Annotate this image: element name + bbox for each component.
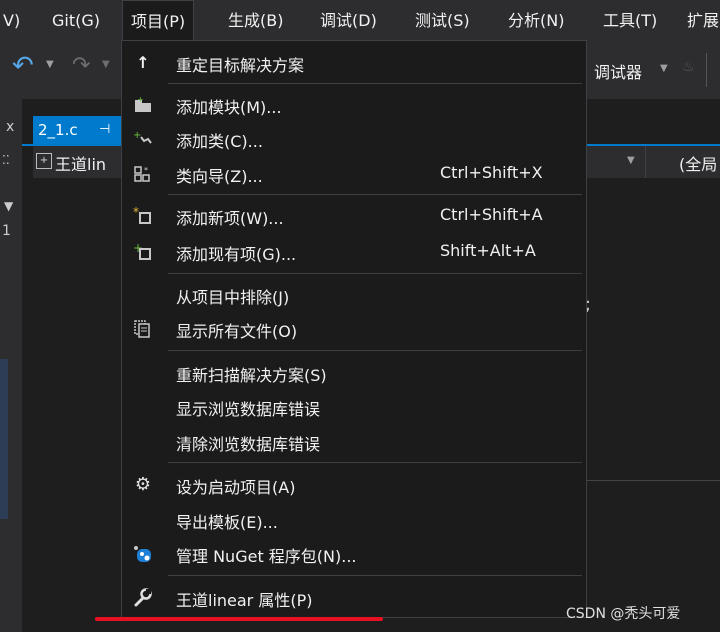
left-tool-strip: x ⁚⁚ ▼ 1 (0, 99, 22, 632)
show-all-files-icon (132, 319, 154, 339)
menu-separator (168, 350, 582, 351)
menu-build[interactable]: 生成(B) (223, 0, 288, 41)
svg-text:*: * (144, 166, 148, 175)
menu-separator (168, 575, 582, 576)
pin-icon[interactable]: ⊣ (99, 122, 110, 137)
menu-item-manage-nuget[interactable]: 管理 NuGet 程序包(N)... (122, 537, 586, 571)
svg-text:*: * (133, 206, 139, 219)
toolbar-separator (706, 53, 707, 87)
nuget-icon (132, 544, 154, 564)
navbar-divider (645, 146, 646, 178)
tab-title: 2_1.c (38, 121, 78, 139)
strip-label: 1 (2, 223, 11, 239)
add-module-icon: + (132, 95, 154, 115)
add-existing-item-icon: + (132, 241, 154, 262)
debugger-button[interactable]: 调试器 (594, 59, 642, 83)
project-icon: + (36, 153, 52, 169)
menu-separator (168, 462, 582, 463)
menu-item-shortcut: Ctrl+Shift+A (440, 205, 543, 224)
scroll-indicator (0, 359, 8, 519)
menu-item-label: 添加新项(W)... (176, 209, 284, 228)
menu-item-add-existing-item[interactable]: + 添加现有项(G)... Shift+Alt+A (122, 235, 586, 269)
menu-item-shortcut: Ctrl+Shift+X (440, 163, 543, 182)
menu-separator (168, 83, 582, 84)
scope-selector[interactable]: (全局 (679, 151, 717, 175)
svg-text:+: + (133, 130, 141, 141)
undo-dropdown-icon[interactable]: ▼ (46, 59, 54, 70)
menu-git[interactable]: Git(G) (47, 0, 105, 41)
watermark: CSDN @秃头可爱 (566, 606, 681, 622)
menu-item-label: 添加模块(M)... (176, 98, 282, 117)
highlight-underline (95, 617, 383, 621)
menu-item-retarget-solution[interactable]: ↑ 重定目标解决方案 (122, 46, 586, 80)
gear-icon: ⚙ (134, 474, 152, 495)
debugger-dropdown-icon[interactable]: ▼ (660, 63, 668, 74)
menu-item-set-startup-project[interactable]: ⚙ 设为启动项目(A) (122, 468, 586, 502)
menu-item-properties[interactable]: 王道linear 属性(P) (122, 581, 586, 615)
menu-separator (168, 273, 582, 274)
menu-item-label: 添加类(C)... (176, 132, 263, 151)
menu-test[interactable]: 测试(S) (410, 0, 475, 41)
tab-2-1-c[interactable]: 2_1.c ⊣ (33, 116, 127, 146)
menu-item-label: 王道linear 属性(P) (176, 591, 313, 610)
wrench-icon (132, 588, 154, 608)
menu-item-label: 清除浏览数据库错误 (176, 435, 321, 454)
menu-item-label: 添加现有项(G)... (176, 245, 297, 264)
menu-item-exclude-from-project[interactable]: 从项目中排除(J) (122, 278, 586, 312)
add-new-item-icon: * (132, 205, 154, 226)
menu-item-label: 重新扫描解决方案(S) (176, 366, 327, 385)
project-selector[interactable]: 王道lin (55, 151, 106, 175)
menu-item-clear-browse-db-errors[interactable]: 清除浏览数据库错误 (122, 425, 586, 459)
undo-icon[interactable]: ↶ (12, 51, 34, 81)
menu-item-export-template[interactable]: 导出模板(E)... (122, 503, 586, 537)
menu-item-rescan-solution[interactable]: 重新扫描解决方案(S) (122, 356, 586, 390)
chevron-down-icon[interactable]: ▼ (627, 155, 635, 166)
menu-item-show-browse-db-errors[interactable]: 显示浏览数据库错误 (122, 390, 586, 424)
svg-text:+: + (137, 95, 144, 104)
menu-tools[interactable]: 工具(T) (598, 0, 662, 41)
menu-item-label: 显示所有文件(O) (176, 322, 298, 341)
menu-view[interactable]: V) (0, 0, 25, 41)
add-class-icon: + (132, 129, 154, 149)
close-icon[interactable]: x (6, 119, 14, 135)
menu-item-add-class[interactable]: + 添加类(C)... (122, 122, 586, 156)
arrow-up-icon: ↑ (136, 53, 150, 72)
class-wizard-icon: * (132, 164, 154, 184)
menu-item-label: 显示浏览数据库错误 (176, 400, 321, 419)
menu-analyze[interactable]: 分析(N) (503, 0, 569, 41)
menu-item-label: 类向导(Z)... (176, 167, 263, 186)
menu-item-class-wizard[interactable]: * 类向导(Z)... Ctrl+Shift+X (122, 157, 586, 191)
project-menu-dropdown: ↑ 重定目标解决方案 + 添加模块(M)... + 添加类(C)... * 类向… (121, 40, 587, 618)
menu-item-add-module[interactable]: + 添加模块(M)... (122, 88, 586, 122)
menu-extensions[interactable]: 扩展 (682, 0, 720, 41)
menu-separator (168, 194, 582, 195)
redo-icon[interactable]: ↷ (72, 53, 90, 78)
menu-item-shortcut: Shift+Alt+A (440, 241, 536, 260)
menu-item-label: 导出模板(E)... (176, 513, 278, 532)
menu-bar: V) Git(G) 项目(P) 生成(B) 调试(D) 测试(S) 分析(N) … (0, 0, 720, 41)
menu-item-label: 设为启动项目(A) (176, 478, 296, 497)
menu-debug[interactable]: 调试(D) (315, 0, 382, 41)
chevron-down-icon[interactable]: ▼ (4, 199, 13, 213)
menu-item-add-new-item[interactable]: * 添加新项(W)... Ctrl+Shift+A (122, 199, 586, 233)
menu-item-show-all-files[interactable]: 显示所有文件(O) (122, 312, 586, 346)
menu-item-label: 管理 NuGet 程序包(N)... (176, 547, 357, 566)
menu-item-label: 重定目标解决方案 (176, 56, 305, 75)
more-icon[interactable]: ⁚⁚ (2, 153, 10, 167)
menu-item-label: 从项目中排除(J) (176, 288, 290, 307)
hot-reload-icon[interactable]: ♨ (682, 59, 695, 75)
redo-dropdown-icon[interactable]: ▼ (102, 59, 110, 70)
menu-project[interactable]: 项目(P) (122, 0, 195, 41)
